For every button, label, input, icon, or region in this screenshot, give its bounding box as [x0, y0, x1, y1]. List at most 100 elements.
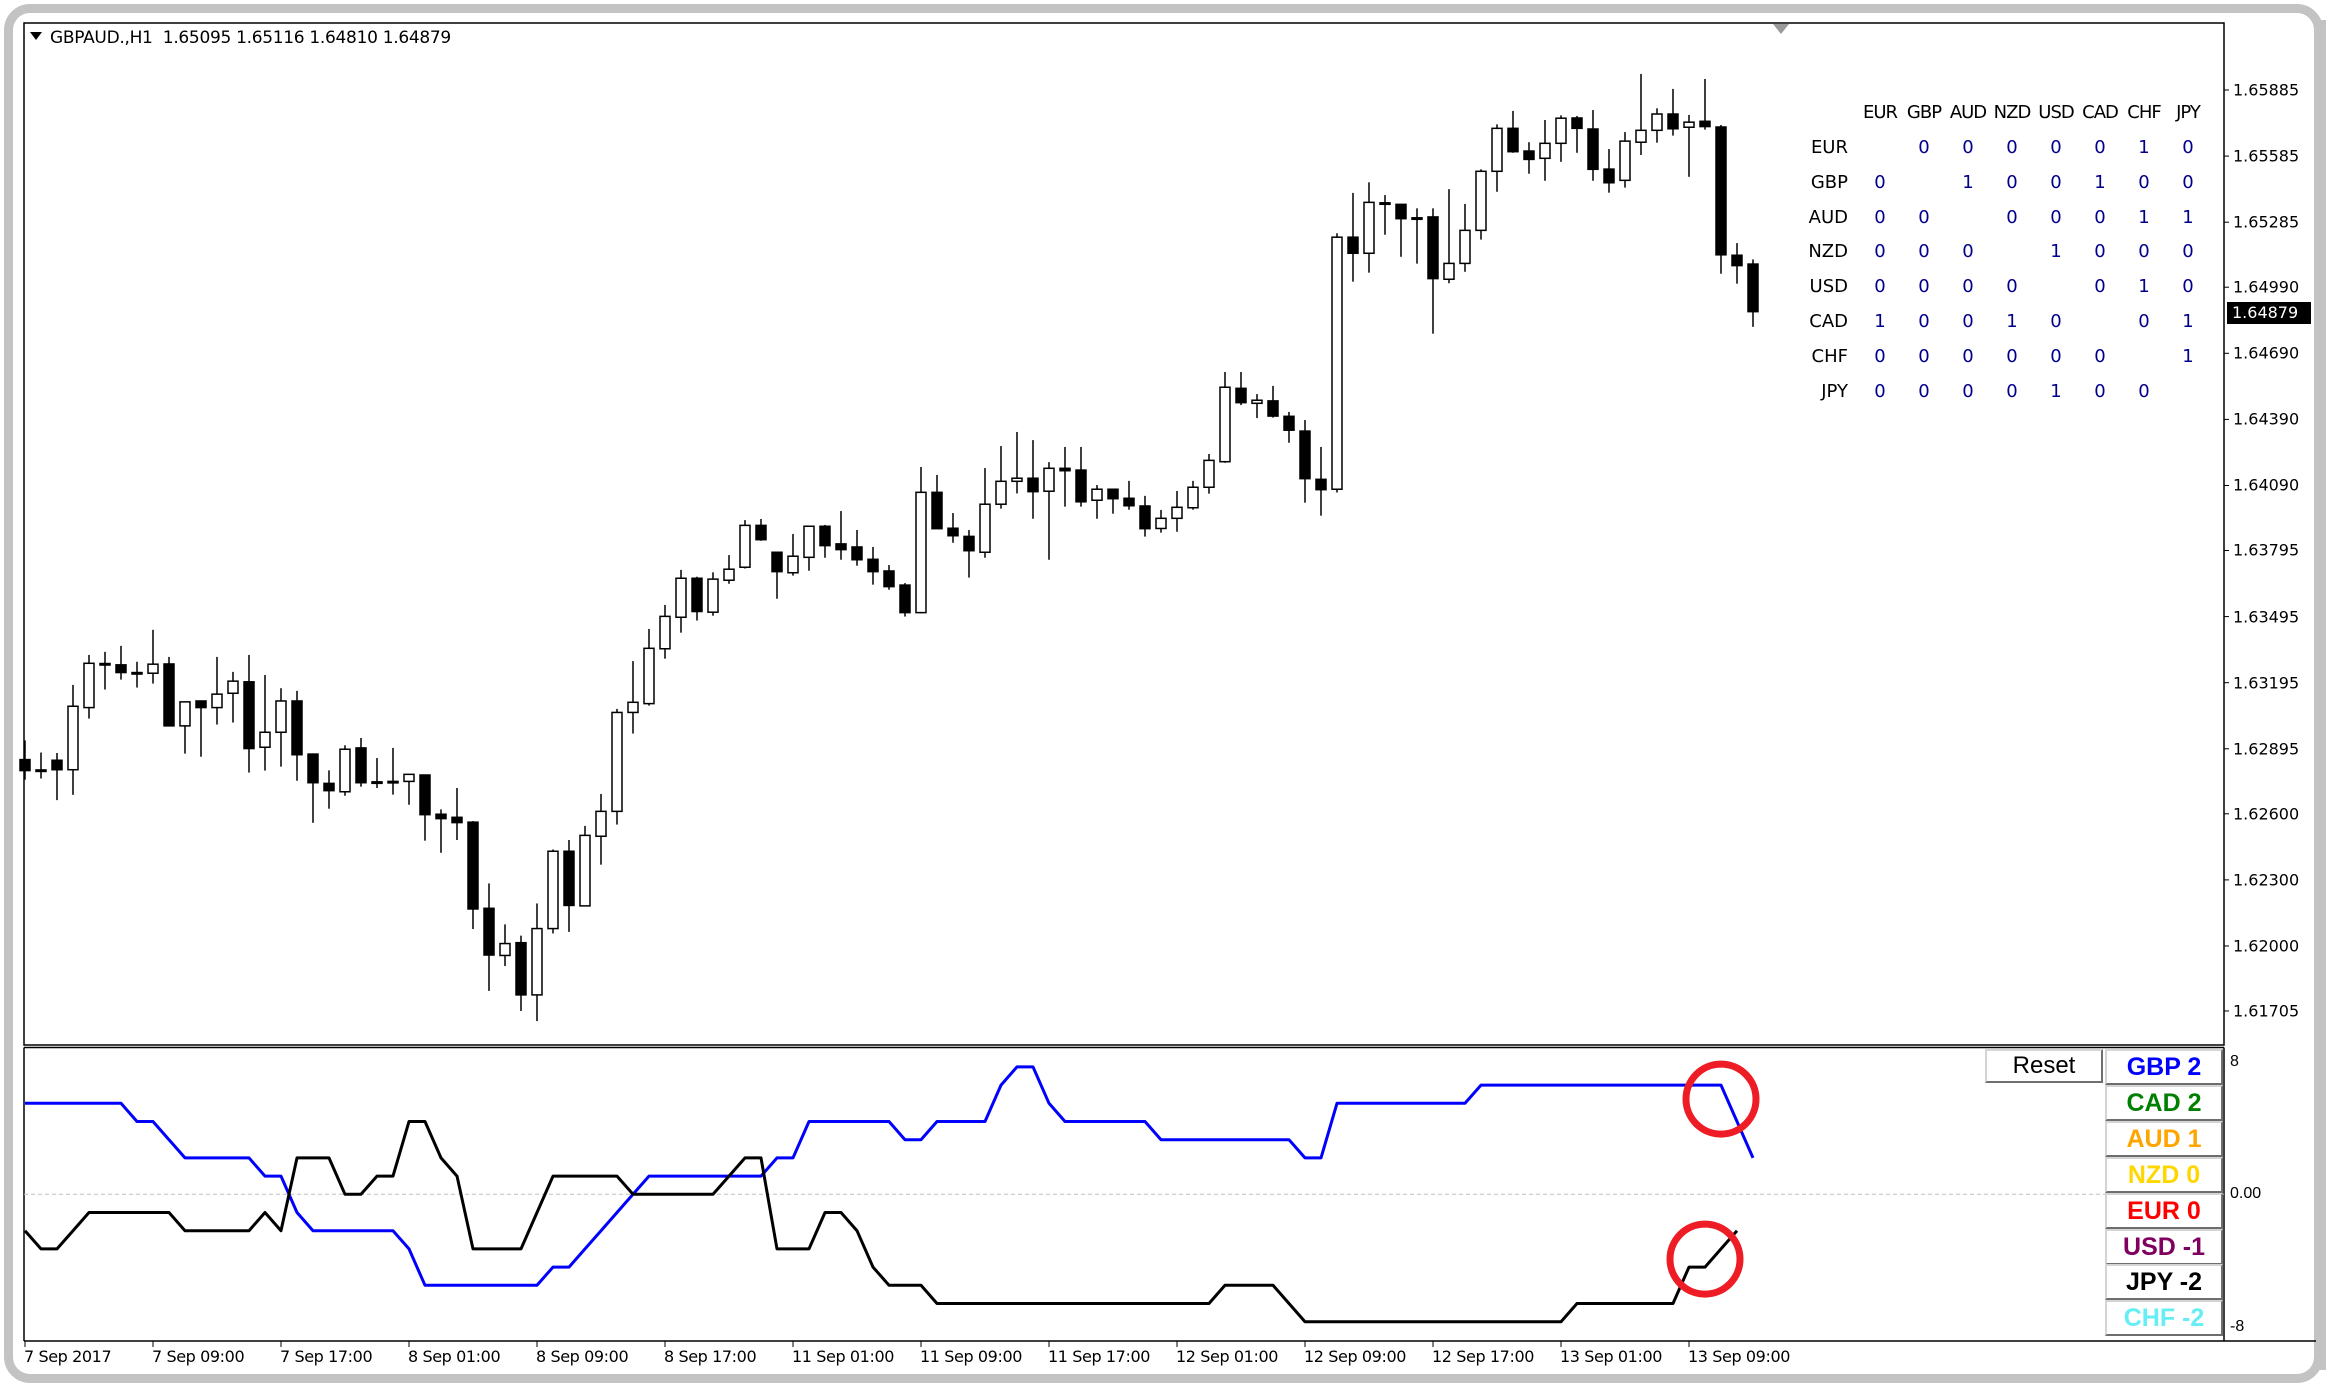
currency-button-cad[interactable]: CAD 2 [2105, 1084, 2223, 1121]
candle-body-bull [339, 748, 351, 793]
candle-body-bull [547, 850, 559, 930]
currency-button-jpy[interactable]: JPY -2 [2105, 1264, 2223, 1301]
reset-button[interactable]: Reset [1985, 1049, 2103, 1083]
candle-body-bear [1283, 415, 1295, 431]
matrix-row-label: NZD [1808, 241, 1848, 263]
candle-body-bear [115, 664, 127, 674]
candle [451, 788, 463, 841]
candle [35, 752, 47, 779]
candle-body-bull [1251, 399, 1263, 405]
candle [275, 688, 287, 767]
matrix-column-header: GBP [1906, 102, 1942, 123]
candle [1011, 431, 1023, 494]
candle [1331, 233, 1343, 493]
candle [1075, 446, 1087, 507]
candle-body-bear [291, 700, 303, 756]
candle [1667, 88, 1679, 136]
price-label: 1.63195 [2233, 673, 2300, 693]
candle [499, 924, 511, 967]
matrix-cell: 0 [2094, 241, 2106, 263]
candle [1523, 142, 1535, 174]
candle [51, 752, 63, 801]
candle [419, 774, 431, 841]
currency-button-eur[interactable]: EUR 0 [2105, 1192, 2223, 1229]
currency-button-usd[interactable]: USD -1 [2105, 1228, 2223, 1265]
matrix-cell: 0 [2050, 345, 2062, 367]
chart-canvas[interactable] [0, 0, 2329, 1389]
candle-body-bull [83, 662, 95, 709]
candle [931, 474, 943, 530]
matrix-cell: 0 [1962, 241, 1974, 263]
matrix-cell: 0 [1874, 171, 1886, 193]
matrix-cell: 1 [2182, 311, 2194, 332]
candle [771, 551, 783, 599]
candle-body-bull [723, 568, 735, 581]
time-label: 7 Sep 09:00 [152, 1347, 245, 1366]
candle-body-bear [1107, 488, 1119, 500]
candle [387, 747, 399, 795]
shift-marker-icon[interactable] [1773, 24, 1789, 34]
time-label: 13 Sep 09:00 [1688, 1347, 1790, 1366]
candle-body-bull [1491, 127, 1503, 173]
candle-body-bear [51, 759, 63, 771]
candle-body-bear [1075, 469, 1087, 503]
indicator-axis-top-label: 8 [2230, 1053, 2239, 1070]
candle-body-bull [675, 577, 687, 618]
candle-body-bear [851, 546, 863, 561]
matrix-cell: 0 [2094, 206, 2106, 228]
matrix-cell: 0 [2138, 171, 2150, 193]
candle [851, 529, 863, 566]
candle-body-bear [963, 535, 975, 552]
candle-body-bull [1683, 121, 1695, 128]
triangle-down-icon[interactable] [30, 32, 42, 40]
candle [307, 753, 319, 823]
candle [755, 518, 767, 541]
candle-body-bull [1187, 486, 1199, 509]
candle [867, 546, 879, 585]
candle [643, 628, 655, 706]
candle-body-bull [387, 780, 399, 784]
matrix-cell: 0 [1874, 241, 1886, 263]
candle [131, 661, 143, 688]
matrix-cell: 0 [2138, 241, 2150, 263]
candle-body-bear [323, 782, 335, 792]
candle-body-bull [1443, 262, 1455, 281]
candle [1683, 114, 1695, 177]
candle [899, 583, 911, 617]
candle [1555, 115, 1567, 162]
candle-body-bear [899, 584, 911, 614]
candle-body-bull [787, 555, 799, 574]
price-label: 1.65585 [2233, 146, 2300, 166]
currency-button-gbp[interactable]: GBP 2 [2105, 1049, 2223, 1085]
time-label: 8 Sep 17:00 [664, 1347, 757, 1366]
candle [67, 684, 79, 795]
candle [1539, 119, 1551, 181]
matrix-row-label: EUR [1810, 137, 1848, 158]
candle [579, 825, 591, 907]
candle-body-bull [707, 578, 719, 613]
candle [611, 708, 623, 825]
candle-body-bull [259, 731, 271, 748]
candle [1315, 446, 1327, 516]
candle-body-bear [515, 941, 527, 996]
candle [1459, 203, 1471, 272]
candle-body-bull [995, 480, 1007, 505]
candle [99, 651, 111, 690]
candle [659, 604, 671, 659]
matrix-cell: 0 [1962, 276, 1974, 298]
candle [819, 524, 831, 558]
currency-button-chf[interactable]: CHF -2 [2105, 1300, 2223, 1337]
candle [1219, 372, 1231, 463]
currency-button-nzd[interactable]: NZD 0 [2105, 1156, 2223, 1193]
candle-body-bear [483, 907, 495, 956]
matrix-row-label: CHF [1811, 345, 1848, 367]
matrix-cell: 1 [1962, 171, 1974, 193]
candle-body-bear [307, 753, 319, 784]
candle-body-bear [1523, 150, 1535, 161]
currency-button-aud[interactable]: AUD 1 [2105, 1120, 2223, 1157]
candle-body-bear [1427, 216, 1439, 280]
candle [1283, 411, 1295, 443]
candle [1507, 110, 1519, 153]
candle-body-bull [147, 663, 159, 674]
candle [115, 645, 127, 680]
